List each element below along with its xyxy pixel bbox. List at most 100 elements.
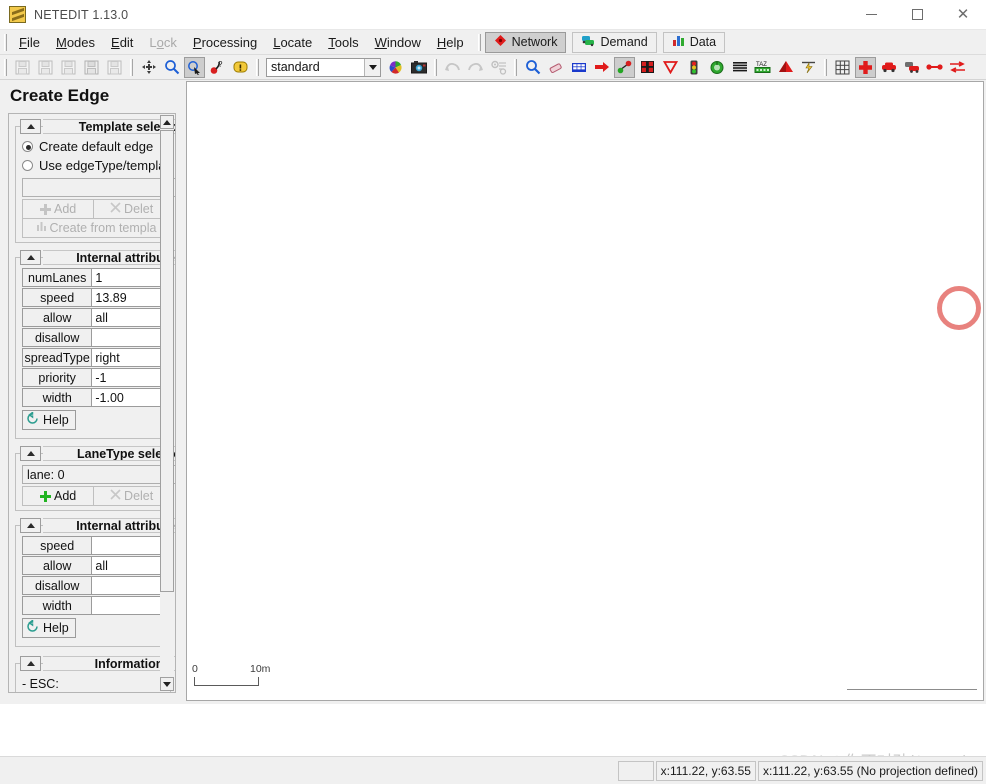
attr-name-numlanes[interactable]: numLanes: [22, 268, 93, 287]
attr-name-disallow[interactable]: disallow: [22, 328, 93, 347]
move-mode-icon[interactable]: [138, 57, 159, 78]
color-wheel-icon[interactable]: [385, 57, 406, 78]
scroll-up-arrow-icon[interactable]: [160, 115, 174, 129]
toolbar-grip-4[interactable]: [434, 58, 437, 76]
delete-eraser-icon[interactable]: [545, 57, 566, 78]
crossing-stripes-icon[interactable]: [729, 57, 750, 78]
save-plain-xml-icon[interactable]: [81, 57, 102, 78]
menu-file[interactable]: File: [11, 33, 48, 52]
toolbar-grip-1[interactable]: [4, 58, 7, 76]
menu-modes[interactable]: Modes: [48, 33, 103, 52]
collapse-arrow-icon[interactable]: [20, 446, 41, 461]
scrollbar-thumb[interactable]: [160, 130, 174, 592]
attr-value-width[interactable]: -1.00: [92, 388, 170, 407]
collapse-arrow-icon[interactable]: [20, 119, 41, 134]
radio-use-edgetype-template[interactable]: Use edgeType/templat: [16, 156, 170, 175]
attr-name-spreadtype[interactable]: spreadType: [22, 348, 93, 367]
lane-attr-value-width[interactable]: [92, 596, 170, 615]
toolbar-grip-3[interactable]: [256, 58, 259, 76]
toolbar-grip-6[interactable]: [824, 58, 827, 76]
show-demand-icon[interactable]: [901, 57, 922, 78]
junction-shape-icon[interactable]: [855, 56, 876, 78]
collapse-arrow-icon[interactable]: [20, 656, 41, 671]
chain-mode-icon[interactable]: [924, 57, 945, 78]
attr-name-allow[interactable]: allow: [22, 308, 93, 327]
supermode-network-button[interactable]: Network: [484, 31, 567, 53]
select-grid-icon[interactable]: [568, 57, 589, 78]
edge-help-button[interactable]: Help: [22, 410, 76, 430]
attr-name-speed[interactable]: speed: [22, 288, 93, 307]
two-way-mode-icon[interactable]: [947, 57, 968, 78]
lane-attr-value-disallow[interactable]: [92, 576, 170, 595]
chevron-down-icon[interactable]: [364, 58, 380, 76]
toolbar-grip-2[interactable]: [130, 58, 133, 76]
netedit-app-icon: [9, 6, 26, 23]
minimize-button[interactable]: [848, 0, 894, 30]
inspect-magnifier-icon[interactable]: [522, 57, 543, 78]
close-button[interactable]: ✕: [940, 0, 986, 30]
delete-x-icon: [110, 202, 121, 216]
collapse-arrow-icon[interactable]: [20, 250, 41, 265]
supermode-demand-button[interactable]: Demand: [572, 31, 657, 53]
attr-value-allow[interactable]: all: [92, 308, 170, 327]
menu-drag-grip[interactable]: [4, 33, 7, 51]
lane-attr-name-disallow[interactable]: disallow: [22, 576, 93, 595]
taz-icon[interactable]: TAZ: [752, 57, 773, 78]
radio-create-default-edge[interactable]: Create default edge: [16, 137, 170, 156]
panel-title: Create Edge: [10, 86, 110, 105]
additional-icon[interactable]: [706, 57, 727, 78]
supermode-data-button[interactable]: Data: [662, 31, 726, 53]
comment-icon[interactable]: [230, 57, 251, 78]
attr-name-width[interactable]: width: [22, 388, 93, 407]
lanetype-add-button[interactable]: Add: [22, 486, 95, 506]
zoom-icon[interactable]: [161, 57, 182, 78]
menu-locate[interactable]: Locate: [265, 33, 320, 52]
menu-tools[interactable]: Tools: [320, 33, 366, 52]
new-network-icon[interactable]: [12, 57, 33, 78]
traffic-light-junction-icon[interactable]: [637, 57, 658, 78]
attr-name-priority[interactable]: priority: [22, 368, 93, 387]
lane-attr-name-allow[interactable]: allow: [22, 556, 93, 575]
traffic-lights-icon[interactable]: [683, 57, 704, 78]
attr-value-priority[interactable]: -1: [92, 368, 170, 387]
lane-attr-value-allow[interactable]: all: [92, 556, 170, 575]
attr-value-disallow[interactable]: [92, 328, 170, 347]
wire-icon[interactable]: [798, 57, 819, 78]
template-icon: [36, 221, 47, 235]
select-mode-icon[interactable]: [184, 56, 205, 78]
scale-bar-rule: [194, 677, 259, 686]
menu-edit[interactable]: Edit: [103, 33, 141, 52]
lanetype-value-field[interactable]: lane: 0: [22, 465, 175, 484]
grid-toggle-icon[interactable]: [832, 57, 853, 78]
camera-icon[interactable]: [408, 57, 429, 78]
network-canvas[interactable]: 0 10m: [186, 81, 984, 701]
template-name-field[interactable]: [22, 178, 175, 197]
menu-window[interactable]: Window: [367, 33, 429, 52]
scroll-down-arrow-icon[interactable]: [160, 677, 174, 691]
menu-help[interactable]: Help: [429, 33, 472, 52]
move-arrow-icon[interactable]: [591, 57, 612, 78]
attr-value-numlanes[interactable]: 1: [92, 268, 170, 287]
lane-attr-name-speed[interactable]: speed: [22, 536, 93, 555]
attr-value-spreadtype[interactable]: right: [92, 348, 170, 367]
attr-value-speed[interactable]: 13.89: [92, 288, 170, 307]
create-edge-icon[interactable]: [614, 56, 635, 78]
collapse-arrow-icon[interactable]: [20, 518, 41, 533]
maximize-button[interactable]: [894, 0, 940, 30]
inspect-mode-icon[interactable]: ?: [207, 57, 228, 78]
prohibition-icon[interactable]: [660, 57, 681, 78]
shape-polygon-icon[interactable]: [775, 57, 796, 78]
lane-attr-value-speed[interactable]: [92, 536, 170, 555]
spread-vehicles-icon[interactable]: [878, 57, 899, 78]
lane-attr-name-width[interactable]: width: [22, 596, 93, 615]
edge-attributes-header: Internal attributes: [16, 249, 175, 266]
toolbar-grip-5[interactable]: [514, 58, 517, 76]
view-scheme-select[interactable]: standard: [266, 57, 381, 77]
save-network-icon[interactable]: [35, 57, 56, 78]
menu-processing[interactable]: Processing: [185, 33, 265, 52]
supermode-drag-grip[interactable]: [477, 33, 481, 51]
save-joined-junctions-icon[interactable]: [104, 57, 125, 78]
lane-help-button[interactable]: Help: [22, 618, 76, 638]
sidebar-scrollbar[interactable]: [160, 115, 174, 691]
save-network-as-icon[interactable]: [58, 57, 79, 78]
